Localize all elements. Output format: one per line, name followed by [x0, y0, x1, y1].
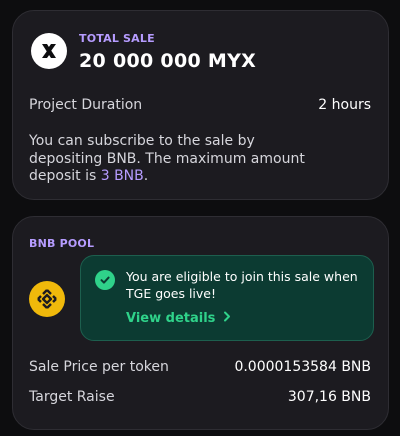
- target-raise-value: 307,16 BNB: [287, 389, 371, 405]
- myx-x-logo-icon: [31, 33, 67, 69]
- sale-price-value: 0.0000153584 BNB: [234, 359, 371, 375]
- check-circle-icon: [95, 270, 115, 290]
- eligibility-notice-text: You are eligible to join this sale when …: [126, 269, 358, 301]
- bnb-pool-label: BNB POOL: [29, 237, 95, 250]
- sale-description: You can subscribe to the sale by deposit…: [29, 133, 329, 186]
- sale-description-end: .: [143, 168, 149, 184]
- bnb-pool-card: BNB POOL You are eligible to join this s…: [12, 216, 389, 430]
- sale-description-text: You can subscribe to the sale by deposit…: [29, 133, 305, 184]
- sale-price-label: Sale Price per token: [29, 359, 169, 375]
- total-sale-amount: 20 000 000 MYX: [79, 50, 257, 72]
- max-deposit-amount: 3 BNB: [100, 168, 144, 184]
- view-details-link[interactable]: View details: [126, 311, 231, 326]
- target-raise-label: Target Raise: [29, 389, 115, 405]
- project-duration-value: 2 hours: [318, 97, 371, 113]
- total-sale-label: TOTAL SALE: [79, 32, 155, 45]
- bnb-coin-icon: [29, 281, 65, 317]
- eligibility-notice: You are eligible to join this sale when …: [80, 255, 374, 341]
- view-details-label: View details: [126, 311, 216, 326]
- chevron-right-icon: [223, 311, 231, 326]
- project-duration-label: Project Duration: [29, 97, 143, 113]
- total-sale-card: TOTAL SALE 20 000 000 MYX Project Durati…: [12, 10, 389, 200]
